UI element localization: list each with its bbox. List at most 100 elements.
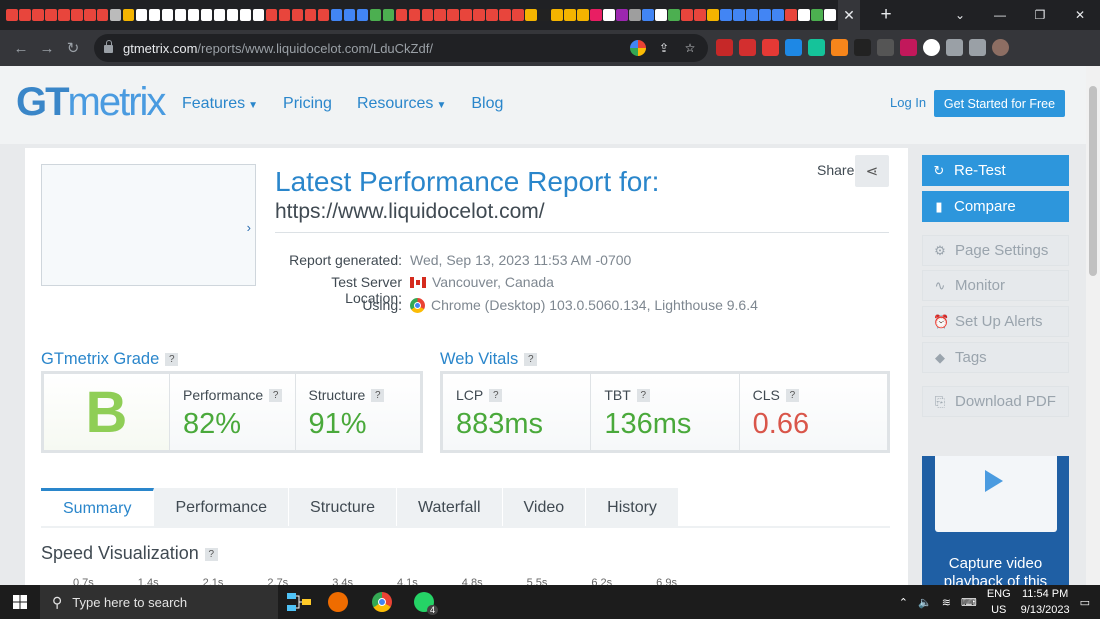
browser-tab-favicon[interactable] [174, 9, 187, 21]
browser-tab-favicon[interactable] [382, 9, 395, 21]
browser-tab-favicon[interactable] [317, 9, 330, 21]
tab-search-icon[interactable]: ⌄ [940, 0, 980, 30]
browser-tab-favicon[interactable] [161, 9, 174, 21]
browser-tab-favicon[interactable] [96, 9, 109, 21]
taskbar-basketball-icon[interactable] [322, 589, 354, 615]
browser-tab-favicon[interactable] [226, 9, 239, 21]
monitor-button[interactable]: ∿ Monitor [922, 270, 1069, 301]
browser-tab-favicon[interactable] [395, 9, 408, 21]
lock-icon[interactable] [104, 40, 113, 53]
share-button[interactable]: ⋖ [855, 155, 889, 187]
browser-tab-favicon[interactable] [824, 9, 836, 21]
nav-pricing[interactable]: Pricing [283, 95, 332, 113]
browser-tab-favicon[interactable] [265, 9, 278, 21]
taskbar-app-diagram-icon[interactable] [284, 589, 316, 615]
browser-tab-favicon[interactable] [18, 9, 31, 21]
browser-tab-favicon[interactable] [473, 9, 486, 21]
browser-tab-favicon[interactable] [122, 9, 135, 21]
browser-tab-favicon[interactable] [603, 9, 615, 21]
notification-icon[interactable]: ▭ [1080, 596, 1090, 609]
chevron-right-icon[interactable]: › [247, 220, 251, 235]
browser-tab-favicon[interactable] [252, 9, 265, 21]
download-pdf-button[interactable]: ⎘ Download PDF [922, 386, 1069, 417]
video-promo-banner[interactable]: Capture video playback of this [922, 456, 1069, 585]
nav-resources[interactable]: Resources ▼ [357, 95, 446, 113]
browser-tab-favicon[interactable] [109, 9, 122, 21]
browser-tab-favicon[interactable] [811, 9, 823, 21]
browser-tab-favicon[interactable] [655, 9, 667, 21]
pdf-extension-icon[interactable] [762, 39, 779, 56]
grammarly-icon[interactable] [808, 39, 825, 56]
taskbar-search[interactable]: ⚲ Type here to search [40, 585, 278, 619]
translate-extension-icon[interactable] [785, 39, 802, 56]
browser-tab-favicon[interactable] [304, 9, 317, 21]
share-page-icon[interactable]: ⇪ [656, 40, 672, 56]
browser-tab-favicon[interactable] [369, 9, 382, 21]
keyboard-icon[interactable]: ⌨ [961, 596, 977, 609]
adblock-icon[interactable] [716, 39, 733, 56]
tab-history[interactable]: History [586, 488, 679, 527]
browser-tab-favicon[interactable] [148, 9, 161, 21]
reload-icon[interactable]: ↻ [60, 39, 86, 57]
browser-tab-favicon[interactable] [239, 9, 252, 21]
key-extension-icon[interactable] [900, 39, 917, 56]
browser-tab-favicon[interactable] [200, 9, 213, 21]
back-icon[interactable]: ← [8, 40, 34, 57]
browser-tab-favicon[interactable] [278, 9, 291, 21]
browser-tab-favicon[interactable] [499, 9, 511, 21]
metamask-icon[interactable] [831, 39, 848, 56]
browser-tab-favicon[interactable] [538, 9, 550, 21]
help-icon[interactable]: ? [489, 389, 503, 402]
forward-icon[interactable]: → [34, 40, 60, 57]
tab-performance[interactable]: Performance [154, 488, 290, 527]
scrollbar-thumb[interactable] [1089, 86, 1097, 276]
gtmetrix-logo[interactable]: GTmetrix [16, 80, 166, 125]
red-extension-icon[interactable] [739, 39, 756, 56]
help-icon[interactable]: ? [524, 353, 538, 366]
browser-tab-favicon[interactable] [44, 9, 57, 21]
browser-tab-favicon[interactable] [408, 9, 421, 21]
browser-tab-favicon[interactable] [551, 9, 563, 21]
get-started-button[interactable]: Get Started for Free [934, 90, 1065, 117]
tab-structure[interactable]: Structure [289, 488, 397, 527]
taskbar-clock[interactable]: 11:54 PM 9/13/2023 [1021, 586, 1070, 618]
report-url[interactable]: https://www.liquidocelot.com/ [275, 200, 545, 224]
browser-tab-favicon[interactable] [785, 9, 797, 21]
browser-tab-favicon[interactable] [83, 9, 96, 21]
browser-tab-favicon[interactable] [590, 9, 602, 21]
close-tab-icon[interactable]: ✕ [843, 7, 855, 24]
browser-tab-favicon[interactable] [187, 9, 200, 21]
browser-tab-favicon[interactable] [733, 9, 745, 21]
browser-tab-favicon[interactable] [798, 9, 810, 21]
help-icon[interactable]: ? [269, 389, 283, 402]
puzzle-icon[interactable] [946, 39, 963, 56]
browser-tab-favicon[interactable] [642, 9, 654, 21]
help-icon[interactable]: ? [371, 389, 385, 402]
browser-tab-favicon[interactable] [70, 9, 83, 21]
help-icon[interactable]: ? [785, 389, 799, 402]
tab-waterfall[interactable]: Waterfall [396, 488, 503, 527]
set-up-alerts-button[interactable]: ⏰ Set Up Alerts [922, 306, 1069, 337]
login-link[interactable]: Log In [890, 95, 926, 110]
browser-tab-favicon[interactable] [694, 9, 706, 21]
bookmark-star-icon[interactable]: ☆ [682, 40, 698, 56]
browser-tab-favicon[interactable] [486, 9, 499, 21]
browser-tab-favicon[interactable] [31, 9, 44, 21]
browser-tab-favicon[interactable] [291, 9, 304, 21]
browser-tab-favicon[interactable] [512, 9, 524, 21]
language-indicator[interactable]: ENG US [987, 586, 1011, 618]
page-screenshot-thumbnail[interactable]: › [41, 164, 256, 286]
browser-tab-favicon[interactable] [356, 9, 369, 21]
rabbit-extension-icon[interactable] [854, 39, 871, 56]
help-icon[interactable]: ? [636, 389, 650, 402]
taskbar-whatsapp-icon[interactable]: 4 [408, 589, 440, 615]
browser-tab-favicon[interactable] [213, 9, 226, 21]
browser-tab-favicon[interactable] [434, 9, 447, 21]
browser-tab-favicon[interactable] [135, 9, 148, 21]
sidepanel-icon[interactable] [969, 39, 986, 56]
browser-tab-favicon[interactable] [707, 9, 719, 21]
new-tab-button[interactable]: + [872, 4, 900, 26]
octocat-extension-icon[interactable] [923, 39, 940, 56]
address-bar[interactable]: gtmetrix.com/reports/www.liquidocelot.co… [94, 34, 708, 62]
profile-avatar[interactable] [992, 39, 1009, 56]
